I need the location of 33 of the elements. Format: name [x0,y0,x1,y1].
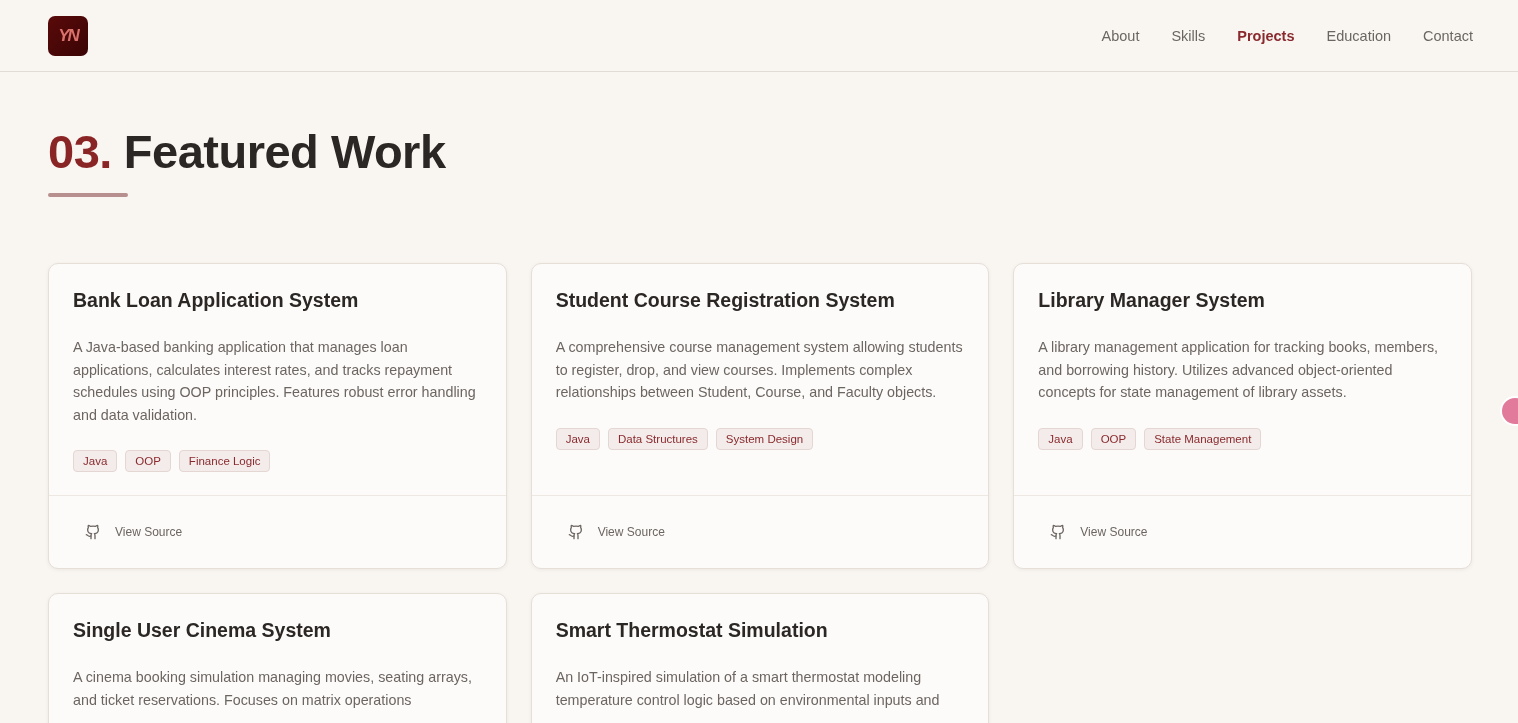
project-title: Library Manager System [1038,289,1266,312]
tech-tag: State Management [1144,427,1262,450]
project-title: Single User Cinema System [73,619,332,643]
github-icon [567,524,584,541]
tech-tag: Java [1038,427,1083,450]
view-source-link[interactable]: View Source [567,524,665,541]
tech-tag: Java [73,450,118,473]
nav-link[interactable]: About [1101,27,1140,44]
tech-tag: Finance Logic [178,450,271,473]
section-number: 03. [48,124,112,179]
github-icon [1050,524,1067,541]
project-description: A Java-based banking application that manages loan applications, calculates interest rates, and tracks repayment schedules using OOP principles. Features robust error handling and data validation. [73,338,477,425]
project-description: A library management application for tracking books, members, and borrowing history. Utilizes advanced object-oriented concepts for state management of library assets. [1038,338,1440,403]
view-source-link[interactable]: View Source [1050,524,1148,541]
nav-link[interactable]: Education [1326,27,1391,44]
logo[interactable]: YN [48,15,88,56]
tech-tag: Java [555,427,600,450]
github-icon [85,524,101,541]
view-source-link[interactable]: View Source [85,524,183,541]
project-description: A comprehensive course management system allowing students to register, drop, and view courses. Implements complex relationships between Student, Course, and Faculty objects. [555,338,964,403]
section-title: Featured Work [123,124,446,179]
project-description: An IoT-inspired simulation of a smart thermostat modeling temperature control logic based on environmental inputs and [555,668,941,710]
nav-link[interactable]: Skills [1171,27,1206,44]
project-description: A cinema booking simulation managing movies, seating arrays, and ticket reservations. Focuses on matrix operations [73,668,473,710]
tech-tag: OOP [125,450,171,473]
nav-link[interactable]: Contact [1423,27,1473,44]
project-title: Smart Thermostat Simulation [555,619,829,643]
tech-tag: OOP [1090,427,1137,450]
nav-link[interactable]: Projects [1237,27,1295,44]
project-title: Student Course Registration System [555,289,896,312]
tech-tag: Data Structures [607,427,708,450]
project-title: Bank Loan Application System [73,289,360,312]
tech-tag: System Design [715,427,814,450]
